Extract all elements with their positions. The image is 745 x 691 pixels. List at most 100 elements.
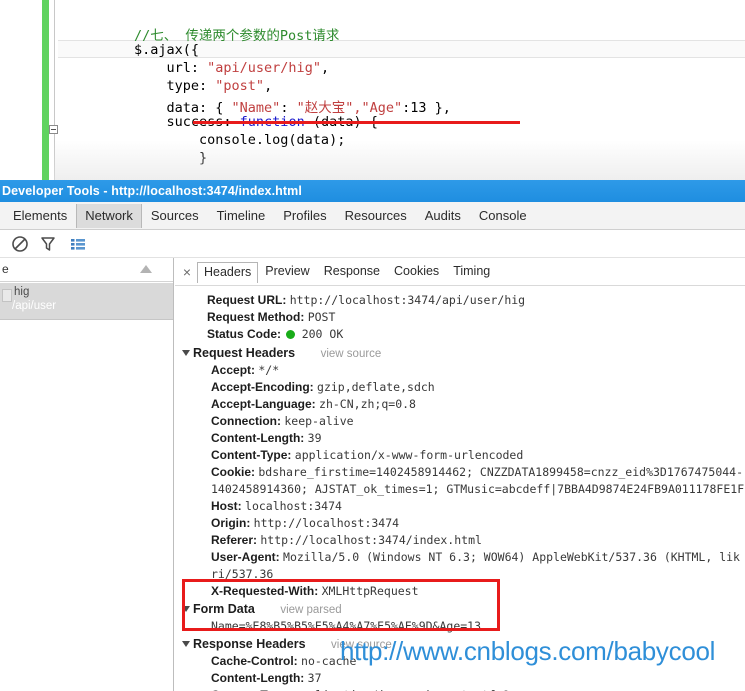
section-title: Form Data (193, 602, 255, 616)
close-icon[interactable]: × (177, 265, 197, 279)
list-item[interactable]: hig /api/user (0, 283, 173, 319)
tab-console[interactable]: Console (470, 204, 536, 228)
tab-audits[interactable]: Audits (416, 204, 470, 228)
code-string: "api/user/hig" (207, 60, 321, 76)
header-key: Referer: (211, 533, 258, 547)
tab-sources[interactable]: Sources (142, 204, 208, 228)
request-detail-panel[interactable]: × Headers Preview Response Cookies Timin… (175, 258, 745, 691)
header-row-status-code: Status Code: 200 OK (175, 326, 745, 343)
header-row-response-content-length: Content-Length: 37 (175, 670, 745, 687)
view-source-link[interactable]: view source (321, 348, 382, 360)
code-token: $.ajax({ (134, 42, 200, 58)
tab-response[interactable]: Response (317, 261, 387, 282)
view-parsed-link[interactable]: view parsed (280, 604, 341, 616)
tab-headers[interactable]: Headers (197, 262, 259, 283)
red-underline-annotation (193, 121, 520, 124)
header-row-accept: Accept: */* (175, 362, 745, 379)
header-row-origin: Origin: http://localhost:3474 (175, 515, 745, 532)
header-value: http://localhost:3474/api/user/hig (289, 293, 526, 307)
header-value: keep-alive (284, 414, 354, 428)
header-key: X-Requested-With: (211, 584, 319, 598)
header-key: Accept: (211, 363, 256, 377)
request-name: hig (14, 286, 30, 298)
funnel-icon[interactable] (38, 234, 58, 254)
header-row-connection: Connection: keep-alive (175, 413, 745, 430)
header-row-request-url: Request URL: http://localhost:3474/api/u… (175, 292, 745, 309)
section-request-headers[interactable]: Request Headers view source (175, 344, 745, 362)
triangle-down-icon[interactable] (182, 350, 190, 356)
editor-gutter: 72 73 74 75 76 77 78 79 80 81 (0, 0, 42, 180)
header-key: Cookie: (211, 465, 256, 479)
watermark-text: http://www.cnblogs.com/babycool (340, 636, 716, 666)
code-editor[interactable]: 72 73 74 75 76 77 78 79 80 81 //七、 传递两个参… (0, 0, 745, 180)
code-token: , (264, 78, 273, 94)
header-value: localhost:3474 (245, 499, 342, 513)
header-row-request-method: Request Method: POST (175, 309, 745, 326)
form-data-value: Name=%E8%B5%B5%E5%A4%A7%E5%AE%9D&Age=13 (211, 619, 482, 633)
status-indicator-icon (286, 330, 296, 339)
triangle-down-icon[interactable] (182, 606, 190, 612)
tab-timing[interactable]: Timing (446, 261, 497, 282)
header-value: XMLHttpRequest (321, 584, 419, 598)
tab-resources[interactable]: Resources (336, 204, 416, 228)
list-divider (0, 319, 173, 320)
header-key: Request URL: (207, 293, 287, 307)
header-key: Connection: (211, 414, 281, 428)
header-row-referer: Referer: http://localhost:3474/index.htm… (175, 532, 745, 549)
header-row-accept-encoding: Accept-Encoding: gzip,deflate,sdch (175, 379, 745, 396)
header-key: Status Code: (207, 327, 282, 341)
header-key: Host: (211, 499, 242, 513)
network-request-list[interactable]: e hig /api/user (0, 258, 174, 691)
triangle-down-icon[interactable] (182, 641, 190, 647)
header-value: ri/537.36 (211, 567, 274, 581)
code-token: url: (134, 60, 208, 76)
tab-network[interactable]: Network (76, 203, 142, 228)
header-key: Cache-Control: (211, 654, 298, 668)
code-token: , (320, 60, 330, 76)
tab-preview[interactable]: Preview (258, 261, 316, 282)
header-row-accept-language: Accept-Language: zh-CN,zh;q=0.8 (175, 396, 745, 413)
header-row-x-requested-with: X-Requested-With: XMLHttpRequest (175, 583, 745, 600)
tab-elements[interactable]: Elements (4, 204, 76, 228)
request-list-header[interactable]: e (0, 258, 173, 282)
header-row-content-type: Content-Type: application/x-www-form-url… (175, 447, 745, 464)
headers-content[interactable]: Request URL: http://localhost:3474/api/u… (175, 287, 745, 691)
header-value: zh-CN,zh;q=0.8 (319, 397, 416, 411)
code-line-74: //七、 传递两个参数的Post请求 (134, 28, 340, 44)
network-toolbar[interactable] (0, 230, 745, 258)
editor-code-area[interactable]: //七、 传递两个参数的Post请求 $.ajax({ url: "api/us… (58, 0, 745, 180)
triangle-up-icon[interactable] (140, 265, 152, 273)
request-path: /api/user (12, 300, 57, 312)
header-row-user-agent: User-Agent: Mozilla/5.0 (Windows NT 6.3;… (175, 549, 745, 566)
code-line-81: } (134, 150, 208, 166)
request-list-column-name: e (2, 262, 9, 276)
code-string: "post" (215, 78, 265, 94)
devtools-tabbar[interactable]: Elements Network Sources Timeline Profil… (0, 202, 745, 230)
form-data-row: Name=%E8%B5%B5%E5%A4%A7%E5%AE%9D&Age=13 (175, 618, 745, 635)
header-key: Request Method: (207, 310, 305, 324)
code-line-75: $.ajax({ (134, 42, 199, 58)
tab-profiles[interactable]: Profiles (274, 204, 335, 228)
header-row-response-content-type: Content-Type: application/json; charset=… (175, 687, 745, 691)
header-value: 37 (307, 671, 322, 685)
header-value: http://localhost:3474 (253, 516, 400, 530)
header-value: bdshare_firstime=1402458914462; CNZZDATA… (258, 465, 744, 479)
header-key: Content-Type: (211, 448, 292, 462)
detail-tabbar[interactable]: × Headers Preview Response Cookies Timin… (175, 258, 745, 286)
header-row-cookie-wrap: 1402458914360; AJSTAT_ok_times=1; GTMusi… (175, 481, 745, 498)
header-value: Mozilla/5.0 (Windows NT 6.3; WOW64) Appl… (283, 550, 740, 564)
header-value: 1402458914360; AJSTAT_ok_times=1; GTMusi… (211, 482, 745, 496)
header-key: Content-Length: (211, 671, 305, 685)
no-entry-icon[interactable] (10, 234, 30, 254)
tab-timeline[interactable]: Timeline (208, 204, 275, 228)
list-view-icon[interactable] (68, 234, 88, 254)
header-value: gzip,deflate,sdch (317, 380, 435, 394)
header-value: */* (258, 363, 280, 377)
code-line-80: console.log(data); (134, 132, 346, 148)
editor-change-stripe (42, 0, 49, 180)
section-form-data[interactable]: Form Data view parsed (175, 600, 745, 618)
code-fold-toggle-icon[interactable] (49, 125, 58, 134)
tab-cookies[interactable]: Cookies (387, 261, 446, 282)
header-value: http://localhost:3474/index.html (260, 533, 482, 547)
header-key: Content-Length: (211, 431, 305, 445)
